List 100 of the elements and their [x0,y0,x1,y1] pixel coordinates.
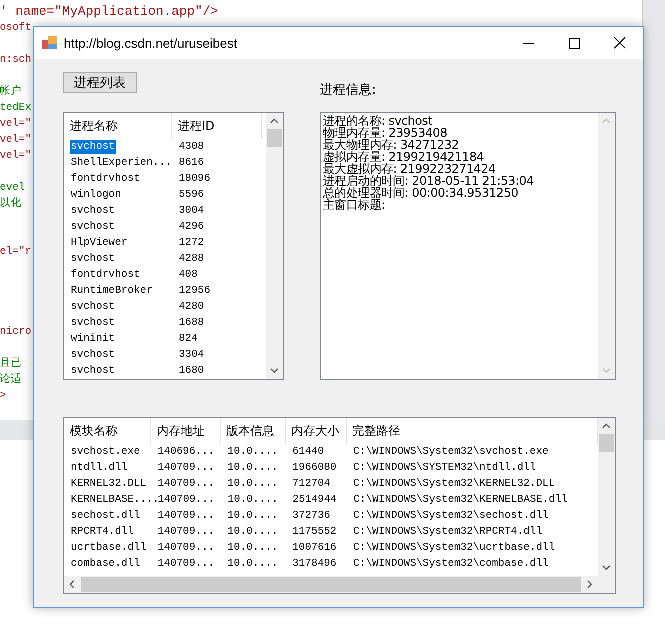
info-line: 进程启动的时间: 2018-05-11 21:53:04 [323,175,535,187]
code-line: tedEx [0,102,32,114]
module-cell: 3178496 [292,557,338,571]
code-line: osoft [0,22,32,34]
process-name[interactable]: svchost [70,364,116,378]
module-cell: 10.0.... [226,477,280,491]
module-cell: 10.0.... [226,493,280,507]
process-id: 4296 [178,220,206,234]
info-line: 虚拟内存量: 2199219421184 [323,151,486,163]
info-line: 最大虚拟内存: 2199223271424 [323,163,497,175]
module-cell: 2514944 [292,493,338,507]
scrollbar-thumb[interactable] [599,434,614,452]
scroll-up-icon[interactable] [602,423,611,429]
horizontal-scrollbar[interactable] [64,576,598,593]
column-header[interactable]: 内存大小 [286,418,346,444]
code-line: vel=" [0,134,32,146]
process-id: 824 [178,332,199,346]
column-header[interactable]: 模块名称 [64,418,151,444]
scrollbar-thumb[interactable] [267,129,282,147]
module-cell: 140709... [156,525,216,539]
code-line: nicro [0,326,32,338]
module-cell: 140709... [156,541,216,555]
module-cell: C:\WINDOWS\System32\KERNELBASE.dll [352,493,569,507]
code-line: > [0,390,6,402]
module-cell: ucrtbase.dll [70,541,148,555]
module-cell: C:\WINDOWS\System32\RPCRT4.dll [352,525,544,539]
code-line: 且已 [0,358,22,370]
module-cell: ntdll.dll [70,461,129,475]
code-line: ' name="MyApplication.app"/> [0,4,218,19]
process-name[interactable]: svchost [70,204,116,218]
info-line: 物理内存量: 23953408 [323,127,448,139]
process-id: 12956 [178,284,212,298]
column-header[interactable]: 内存地址 [150,418,221,444]
process-id: 5596 [178,188,206,202]
module-cell: 10.0.... [226,461,280,475]
scroll-up-icon[interactable] [270,118,279,124]
module-cell: 10.0.... [226,509,280,523]
module-cell-text: KERNELBASE.... [70,493,160,507]
process-id: 4280 [178,300,206,314]
process-name[interactable]: svchost [70,300,116,314]
module-cell: 140709... [156,477,216,491]
process-name[interactable]: fontdrvhost [70,172,142,186]
process-name[interactable]: svchost [70,140,116,154]
process-id: 1272 [178,236,206,250]
process-name[interactable]: winlogon [70,188,122,202]
maximize-icon[interactable] [568,38,580,48]
code-line: vel=" [0,118,32,130]
scroll-down-icon[interactable] [270,368,279,374]
column-header[interactable]: 版本信息 [220,418,286,444]
code-line: evel [0,182,26,194]
process-id: 4308 [178,140,206,154]
process-id: 1680 [178,364,206,378]
vertical-scrollbar[interactable] [598,418,615,576]
module-cell: combase.dll [70,557,142,571]
minimize-icon[interactable] [522,42,534,44]
process-name[interactable]: svchost [70,252,116,266]
process-name[interactable]: fontdrvhost [70,268,142,282]
scrollbar-thumb[interactable] [81,577,581,592]
close-icon[interactable] [614,37,626,49]
module-cell: 140709... [157,493,216,507]
code-line: 帐户 [0,86,22,98]
scroll-right-icon[interactable] [587,580,593,589]
process-id: 3304 [178,348,206,362]
module-cell: C:\WINDOWS\System32\combase.dll [352,557,550,571]
scroll-left-icon[interactable] [69,580,75,589]
process-name[interactable]: svchost [70,220,116,234]
module-cell: 372736 [292,509,332,523]
process-name[interactable]: HlpViewer [70,236,129,250]
code-line: n:sch [0,54,32,66]
vertical-scrollbar[interactable] [266,113,283,379]
module-cell: C:\WINDOWS\System32\svchost.exe [352,445,550,459]
code-line: 以化 [0,198,22,210]
process-name[interactable]: svchost [70,348,116,362]
process-list-button[interactable]: 进程列表 [63,72,137,93]
column-header[interactable]: 进程ID [172,113,262,139]
process-name[interactable]: wininit [70,332,116,346]
module-cell: RPCRT4.dll [70,525,136,539]
process-name[interactable]: svchost [70,316,116,330]
module-cell: 140709... [156,509,216,523]
module-cell: C:\WINDOWS\System32\sechost.dll [352,509,550,523]
process-name[interactable]: ShellExperien... [70,156,173,170]
module-cell: 140709... [156,461,216,475]
scroll-down-icon[interactable] [602,565,611,571]
column-header[interactable]: 进程名称 [64,113,172,139]
info-line: 进程的名称: svchost [323,115,434,127]
module-cell: C:\WINDOWS\SYSTEM32\ntdll.dll [352,461,538,475]
process-id: 1688 [178,316,206,330]
module-cell: 61440 [292,445,326,459]
module-cell: 712704 [292,477,332,491]
process-name[interactable]: RuntimeBroker [70,284,154,298]
module-cell: C:\WINDOWS\System32\ucrtbase.dll [352,541,556,555]
module-cell: 1007616 [292,541,338,555]
module-cell: 10.0.... [226,445,280,459]
info-line: 最大物理内存: 34271232 [323,139,460,151]
process-id: 4288 [178,252,206,266]
module-cell: 140709... [156,557,216,571]
module-cell: KERNEL32.DLL [70,477,148,491]
process-id: 8616 [178,156,206,170]
module-cell: 10.0.... [226,541,280,555]
process-id: 18096 [178,172,212,186]
